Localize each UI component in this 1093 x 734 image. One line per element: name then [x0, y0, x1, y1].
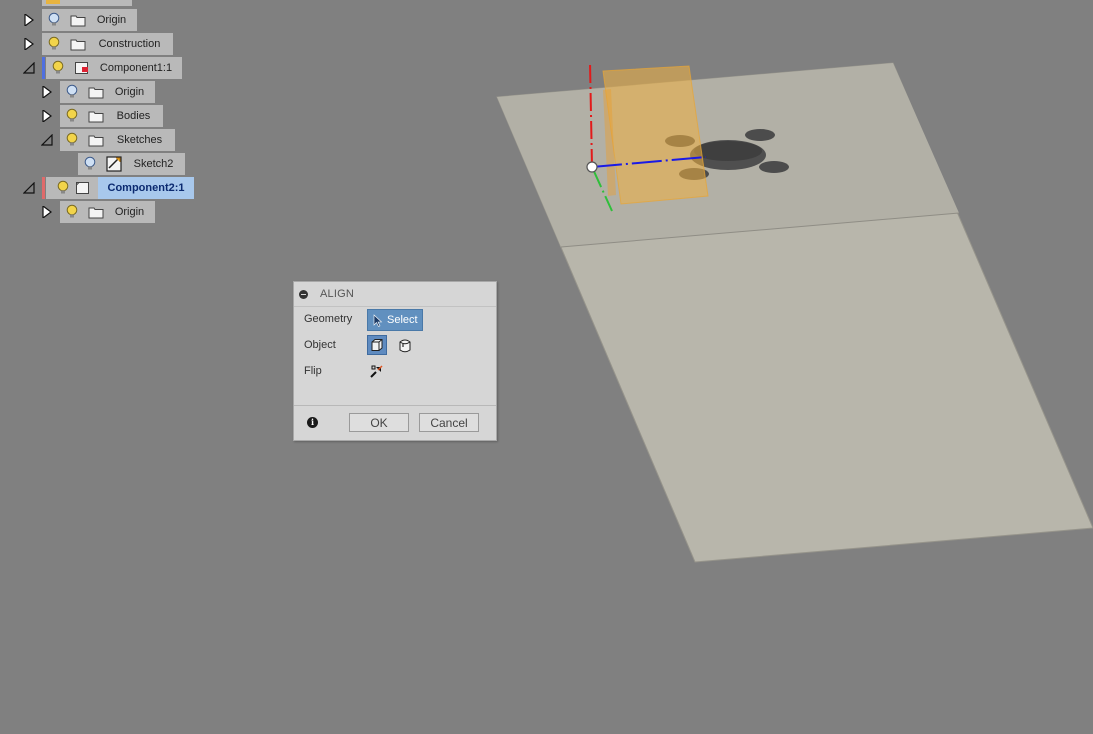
folder-icon: [88, 207, 104, 219]
object-components-button[interactable]: [395, 335, 415, 355]
browser-item-label: Origin: [114, 86, 145, 98]
collapse-component1-caret[interactable]: [23, 61, 35, 75]
hole-small-4[interactable]: [759, 161, 789, 173]
ok-button[interactable]: OK: [349, 413, 409, 432]
caret-right-icon: [42, 206, 52, 218]
flip-button[interactable]: [370, 364, 384, 378]
folder-icon: [70, 15, 86, 27]
caret-expanded-icon: [41, 134, 53, 146]
info-icon[interactable]: i: [307, 417, 318, 428]
expand-origin-caret[interactable]: [23, 13, 35, 27]
cursor-arrow-icon: [373, 313, 383, 327]
browser-item-origin-child2[interactable]: Origin: [60, 201, 155, 223]
browser-item-component2[interactable]: Component2:1: [98, 177, 194, 199]
caret-right-icon: [42, 110, 52, 122]
visibility-bulb-icon[interactable]: [51, 60, 65, 76]
collapse-component2-caret[interactable]: [23, 181, 35, 195]
visibility-bulb-icon[interactable]: [65, 108, 79, 124]
select-label: Select: [387, 314, 418, 326]
folder-icon: [70, 39, 86, 51]
browser-item-bodies[interactable]: Bodies: [60, 105, 163, 127]
geometry-select-button[interactable]: Select: [367, 309, 423, 331]
origin-point[interactable]: [586, 161, 598, 173]
align-dialog: ALIGN Geometry Select Object Flip i OK C…: [293, 281, 497, 441]
browser-item-label: Origin: [96, 14, 127, 26]
expand-origin-child-caret[interactable]: [41, 85, 53, 99]
object-bodies-button[interactable]: [367, 335, 387, 355]
component-icon: [76, 182, 89, 194]
component-icon: [75, 62, 88, 74]
browser-item-sketch2[interactable]: Sketch2: [78, 153, 185, 175]
browser-item-origin-child[interactable]: Origin: [60, 81, 155, 103]
browser-item-label: Sketches: [116, 134, 163, 146]
dialog-footer-divider: [294, 405, 496, 406]
visibility-bulb-icon[interactable]: [65, 132, 79, 148]
visibility-bulb-icon[interactable]: [56, 180, 70, 196]
browser-item-label: Component2:1: [107, 182, 185, 194]
folder-icon: [88, 135, 104, 147]
construction-plane[interactable]: [602, 65, 709, 205]
visibility-bulb-icon[interactable]: [65, 84, 79, 100]
cancel-button[interactable]: Cancel: [419, 413, 479, 432]
component2-color-stripe: [42, 177, 45, 199]
caret-right-icon: [24, 38, 34, 50]
dialog-title: ALIGN: [320, 288, 355, 300]
browser-item-label: Sketch2: [133, 158, 174, 170]
browser-item-label: Bodies: [116, 110, 151, 122]
visibility-bulb-icon[interactable]: [83, 156, 97, 172]
browser-item-sketches[interactable]: Sketches: [60, 129, 175, 151]
visibility-bulb-icon[interactable]: [65, 204, 79, 220]
browser-item-label: Origin: [114, 206, 145, 218]
expand-bodies-caret[interactable]: [41, 109, 53, 123]
object-label: Object: [304, 339, 336, 351]
component1-color-stripe: [42, 57, 45, 79]
minimize-icon[interactable]: [299, 290, 308, 299]
body-cube-icon: [371, 339, 383, 351]
visibility-bulb-icon[interactable]: [47, 36, 61, 52]
browser-item-component1[interactable]: Component1:1: [46, 57, 182, 79]
folder-icon: [88, 87, 104, 99]
expand-origin-child2-caret[interactable]: [41, 205, 53, 219]
expand-construction-caret[interactable]: [23, 37, 35, 51]
geometry-label: Geometry: [304, 313, 353, 325]
design-viewport[interactable]: [0, 0, 1093, 734]
browser-item-construction[interactable]: Construction: [42, 33, 173, 55]
sketch-icon: [106, 156, 122, 172]
flip-icon: [370, 365, 383, 378]
dialog-header[interactable]: ALIGN: [294, 282, 496, 307]
flip-label: Flip: [304, 365, 322, 377]
partial-row-icon: [46, 0, 60, 4]
component-cylinder-icon: [399, 339, 411, 352]
browser-item-label: Construction: [98, 38, 161, 50]
caret-right-icon: [24, 14, 34, 26]
browser-item-label: Component1:1: [99, 62, 173, 74]
collapse-sketches-caret[interactable]: [41, 133, 53, 147]
caret-right-icon: [42, 86, 52, 98]
browser-item-origin[interactable]: Origin: [42, 9, 137, 31]
caret-expanded-icon: [23, 62, 35, 74]
hole-small-2[interactable]: [745, 129, 775, 141]
caret-expanded-icon: [23, 182, 35, 194]
visibility-bulb-icon[interactable]: [47, 12, 61, 28]
folder-icon: [88, 111, 104, 123]
